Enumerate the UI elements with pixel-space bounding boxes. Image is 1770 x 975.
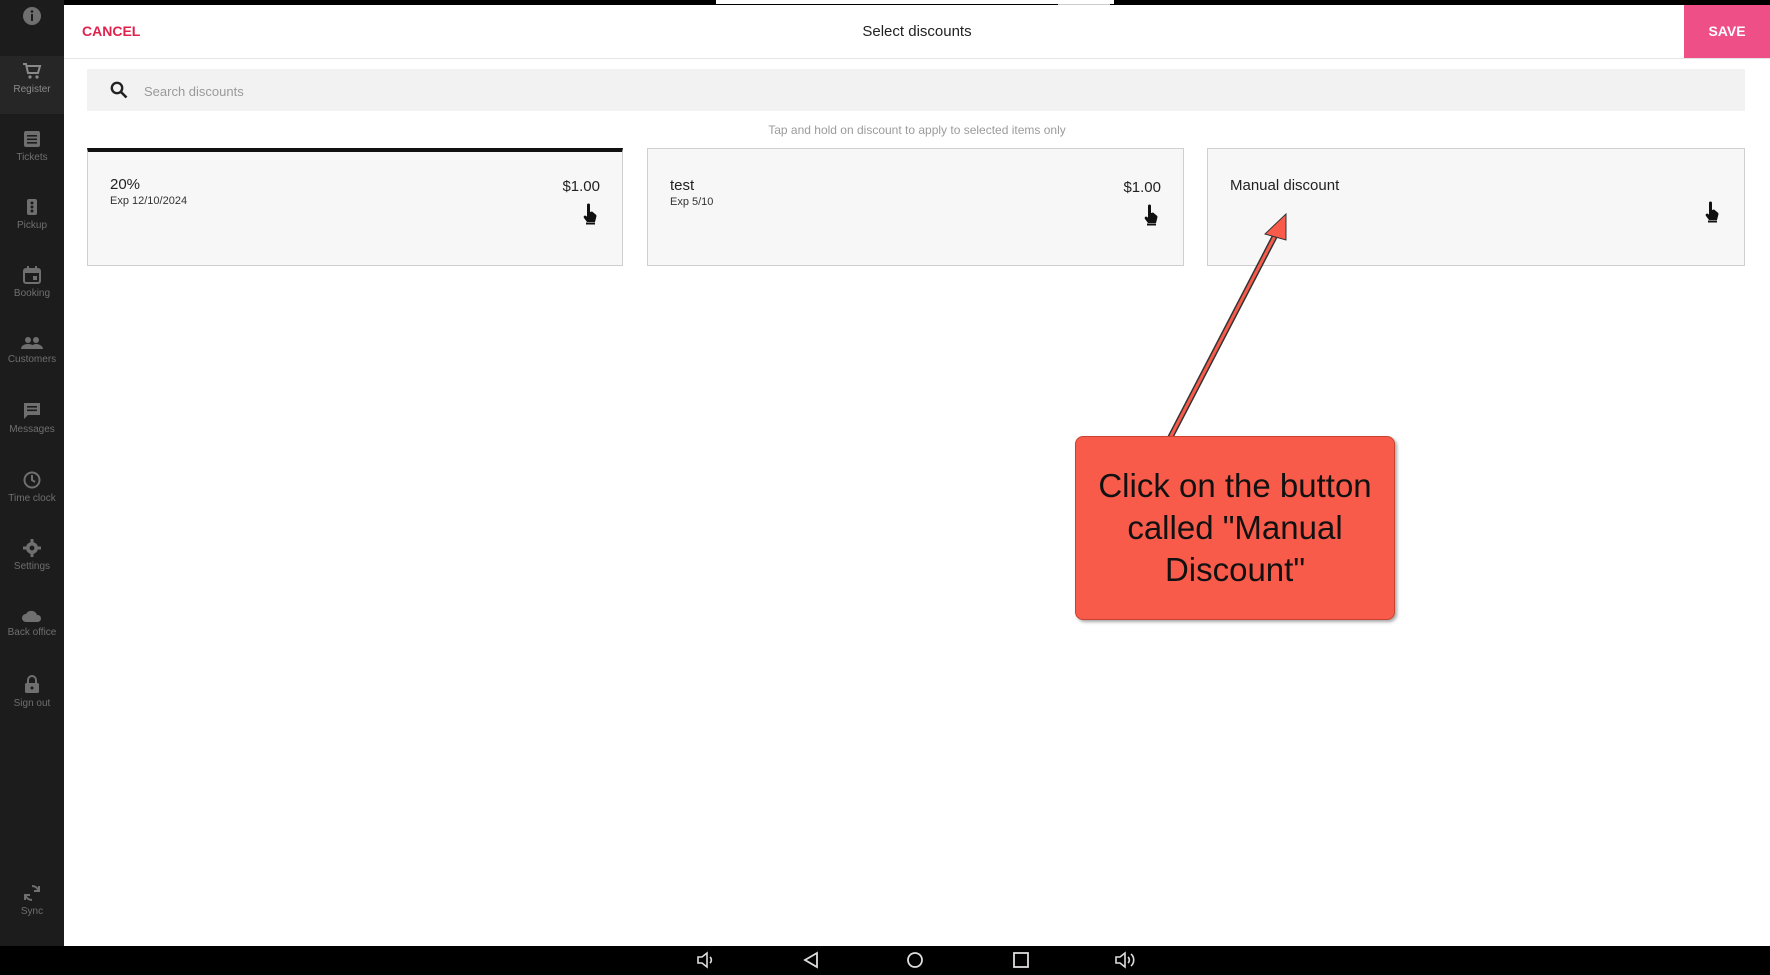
tap-hold-icon xyxy=(583,203,597,225)
discount-expiry: Exp 12/10/2024 xyxy=(110,195,188,207)
sidebar-item-label: Pickup xyxy=(16,220,47,231)
tap-hold-icon xyxy=(1705,201,1719,223)
sidebar-item-customers[interactable]: Customers xyxy=(0,336,64,365)
tickets-icon xyxy=(24,131,40,147)
select-discounts-dialog: CANCEL Select discounts SAVE Tap and hol… xyxy=(64,5,1770,946)
sidebar-item-sign-out[interactable]: Sign out xyxy=(0,675,64,709)
discount-expiry: Exp 5/10 xyxy=(670,196,714,208)
discount-card-20-percent[interactable]: 20% Exp 12/10/2024 $1.00 xyxy=(87,148,623,266)
discount-amount: $1.00 xyxy=(1123,179,1161,196)
sidebar-item-label: Sync xyxy=(20,906,44,917)
sidebar-item-label: Time clock xyxy=(8,493,56,504)
discount-amount: $1.00 xyxy=(562,178,600,195)
save-button[interactable]: SAVE xyxy=(1684,5,1770,58)
sidebar-item-label: Sign out xyxy=(13,698,51,709)
sidebar-item-pickup[interactable]: Pickup xyxy=(0,198,64,231)
calendar-icon xyxy=(23,266,41,284)
cart-icon xyxy=(23,63,42,79)
back-icon[interactable] xyxy=(802,951,820,969)
search-icon xyxy=(110,81,128,99)
message-icon xyxy=(24,403,40,419)
lock-icon xyxy=(25,675,39,693)
cloud-icon xyxy=(22,610,42,622)
pickup-icon xyxy=(27,199,37,215)
discount-card-test[interactable]: test Exp 5/10 $1.00 xyxy=(647,148,1184,266)
tap-hold-icon xyxy=(1144,204,1158,226)
system-nav-bar xyxy=(0,946,1770,975)
sidebar: Register Tickets Pickup Booking Customer… xyxy=(0,0,64,946)
page-title: Select discounts xyxy=(862,23,972,40)
clock-icon xyxy=(23,471,41,489)
callout-annotation: Click on the button called "Manual Disco… xyxy=(1075,436,1395,620)
sidebar-item-label: Settings xyxy=(13,561,51,572)
volume-up-icon[interactable] xyxy=(1114,951,1136,969)
dialog-header: CANCEL Select discounts SAVE xyxy=(64,5,1770,59)
gear-icon xyxy=(23,539,41,557)
sidebar-item-info[interactable] xyxy=(0,6,64,30)
sync-icon xyxy=(24,885,40,901)
sidebar-item-messages[interactable]: Messages xyxy=(0,402,64,435)
sidebar-item-register[interactable]: Register xyxy=(0,56,64,114)
home-icon[interactable] xyxy=(906,951,924,969)
sidebar-item-label: Booking xyxy=(13,288,51,299)
callout-text: Click on the button called "Manual Disco… xyxy=(1098,467,1372,588)
people-icon xyxy=(21,337,43,349)
sidebar-item-settings[interactable]: Settings xyxy=(0,539,64,572)
sidebar-item-label: Tickets xyxy=(16,152,48,163)
sidebar-item-tickets[interactable]: Tickets xyxy=(0,130,64,163)
search-bar xyxy=(87,69,1745,111)
sidebar-item-label: Messages xyxy=(9,424,55,435)
sidebar-item-sync[interactable]: Sync xyxy=(0,884,64,917)
sidebar-item-label: Back office xyxy=(7,627,57,638)
recents-icon[interactable] xyxy=(1012,951,1030,969)
discount-name: Manual discount xyxy=(1230,177,1340,194)
hint-text: Tap and hold on discount to apply to sel… xyxy=(768,123,1066,137)
discount-name: test xyxy=(670,177,695,194)
volume-down-icon[interactable] xyxy=(696,951,716,969)
discount-card-manual[interactable]: Manual discount xyxy=(1207,148,1745,266)
search-input[interactable] xyxy=(142,75,1646,107)
discount-name: 20% xyxy=(110,176,141,193)
info-icon xyxy=(23,7,41,25)
sidebar-item-label: Register xyxy=(13,84,51,95)
sidebar-item-booking[interactable]: Booking xyxy=(0,266,64,299)
sidebar-item-time-clock[interactable]: Time clock xyxy=(0,471,64,504)
sidebar-item-label: Customers xyxy=(7,354,57,365)
window-title-strip xyxy=(716,0,1114,4)
sidebar-item-back-office[interactable]: Back office xyxy=(0,609,64,638)
